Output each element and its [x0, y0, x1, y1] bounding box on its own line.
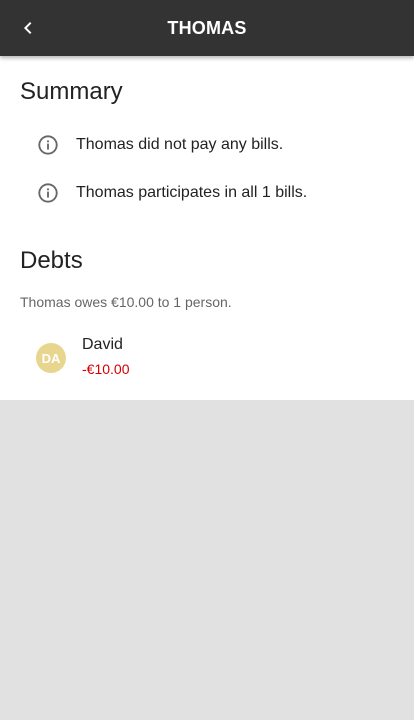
summary-heading: Summary	[20, 78, 123, 105]
main-content: Summary Thomas did not pay any bills. Th…	[0, 56, 414, 400]
app-bar: THOMAS	[0, 0, 414, 56]
debt-amount: -€10.00	[82, 361, 130, 377]
empty-background	[0, 400, 414, 720]
avatar: DA	[36, 343, 66, 373]
debt-list-item[interactable]: DA David -€10.00	[36, 336, 129, 380]
back-button[interactable]	[8, 8, 48, 48]
summary-item: Thomas participates in all 1 bills.	[36, 181, 307, 205]
debts-heading: Debts	[20, 247, 83, 274]
chevron-left-icon	[24, 22, 32, 34]
debt-person-name: David	[82, 336, 123, 353]
summary-item: Thomas did not pay any bills.	[36, 133, 283, 157]
page-title: THOMAS	[167, 18, 247, 38]
summary-item-text: Thomas did not pay any bills.	[76, 136, 284, 153]
info-icon	[36, 133, 60, 157]
info-icon	[36, 181, 60, 205]
summary-item-text: Thomas participates in all 1 bills.	[76, 184, 308, 201]
debts-description: Thomas owes €10.00 to 1 person.	[20, 294, 232, 310]
